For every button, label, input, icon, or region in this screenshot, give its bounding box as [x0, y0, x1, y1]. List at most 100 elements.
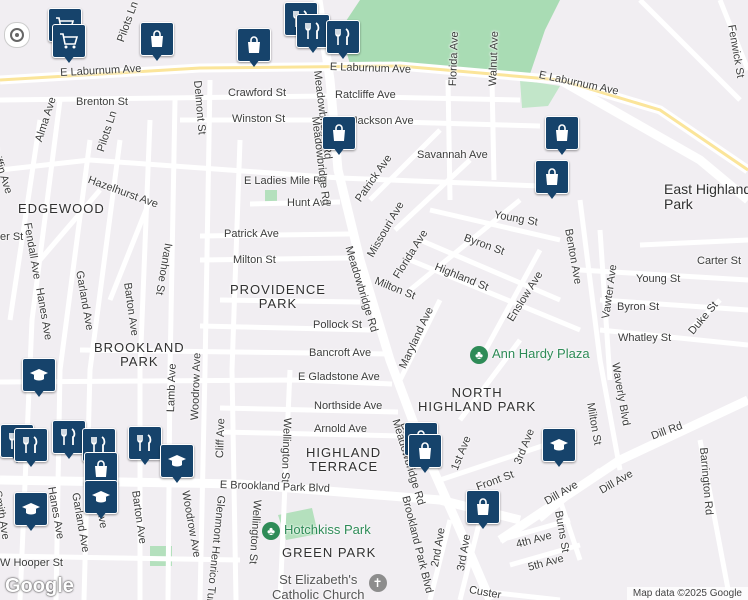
poi-label: Hotchkiss Park	[284, 522, 371, 537]
restaurant-icon	[326, 20, 360, 54]
neighborhood-label: EDGEWOOD	[18, 201, 105, 216]
restaurant-icon	[14, 428, 48, 462]
marker-tail	[419, 465, 431, 473]
location-icon	[10, 28, 24, 42]
restaurant-marker[interactable]	[296, 14, 330, 54]
google-logo: Google	[5, 575, 74, 597]
school-marker[interactable]	[160, 444, 194, 484]
street-label: Arnold Ave	[314, 423, 368, 435]
neighborhood-label: East Highland Park	[664, 181, 748, 213]
street-label: Crawford St	[228, 87, 287, 99]
street-label: Wellington St	[278, 417, 293, 483]
street-label: Lamb Ave	[165, 363, 179, 413]
street-label: Jackson Ave	[352, 115, 414, 127]
green-area	[265, 190, 277, 202]
neighborhood-label: NORTH HIGHLAND PARK	[418, 385, 537, 415]
restaurant-marker[interactable]	[326, 20, 360, 60]
street-label: Carter St	[697, 255, 742, 267]
street-label: Woodrow Ave	[189, 352, 204, 421]
street-label: E Gladstone Ave	[298, 371, 380, 383]
marker-tail	[333, 147, 345, 155]
restaurant-icon	[296, 14, 330, 48]
marker-tail	[477, 521, 489, 529]
street-label: Ratcliffe Ave	[335, 89, 396, 101]
school-icon	[84, 480, 118, 514]
shopping-icon	[545, 116, 579, 150]
marker-tail	[95, 511, 107, 519]
school-marker[interactable]	[84, 480, 118, 520]
street-label: Pollock St	[313, 319, 362, 331]
neighborhood-label: PROVIDENCE PARK	[230, 282, 326, 312]
street-label: W Hooper St	[0, 557, 63, 569]
church-icon: ✝	[368, 574, 387, 592]
restaurant-marker[interactable]	[52, 420, 86, 460]
marker-tail	[171, 475, 183, 483]
park-icon: ♣	[262, 522, 280, 540]
shopping-icon	[140, 22, 174, 56]
map-attribution[interactable]: Map data ©2025 Google	[626, 587, 748, 600]
shopping-marker[interactable]	[237, 28, 271, 68]
park-icon: ♣	[470, 346, 488, 364]
grocery-icon	[52, 24, 86, 58]
restaurant-icon	[128, 426, 162, 460]
marker-tail	[151, 53, 163, 61]
marker-tail	[553, 459, 565, 467]
street-label: Patrick Ave	[224, 228, 279, 240]
shopping-icon	[466, 490, 500, 524]
street-label: Walnut Ave	[487, 30, 501, 87]
street-label: Cliff Ave	[214, 418, 228, 459]
map-canvas[interactable]: E Laburnum Ave E Laburnum Ave E Laburnum A…	[0, 0, 748, 600]
school-marker[interactable]	[542, 428, 576, 468]
street-label: Florida Ave	[447, 31, 461, 87]
restaurant-marker[interactable]	[14, 428, 48, 468]
street-label: Bancroft Ave	[309, 347, 372, 359]
marker-tail	[25, 459, 37, 467]
my-location-button[interactable]	[4, 22, 30, 48]
school-icon	[160, 444, 194, 478]
school-marker[interactable]	[22, 358, 56, 398]
marker-tail	[25, 523, 37, 531]
marker-tail	[546, 191, 558, 199]
marker-tail	[337, 51, 349, 59]
street-label: Young St	[636, 273, 681, 285]
shopping-marker[interactable]	[466, 490, 500, 530]
grocery-marker[interactable]	[52, 24, 86, 64]
street-label: Byron St	[617, 301, 660, 313]
shopping-icon	[237, 28, 271, 62]
neighborhood-label: BROOKLAND PARK	[94, 340, 185, 370]
poi-park[interactable]: ♣ Hotchkiss Park	[262, 522, 371, 540]
poi-church[interactable]: ✝ St Elizabeth's Catholic Church	[272, 572, 391, 600]
marker-tail	[139, 457, 151, 465]
poi-label: Ann Hardy Plaza	[492, 346, 590, 361]
school-icon	[542, 428, 576, 462]
shopping-marker[interactable]	[140, 22, 174, 62]
shopping-marker[interactable]	[322, 116, 356, 156]
street-label: Brenton St	[76, 96, 128, 108]
marker-tail	[33, 389, 45, 397]
street-label: er St	[0, 231, 24, 243]
restaurant-icon	[52, 420, 86, 454]
street-label: Milton St	[233, 254, 276, 266]
street-label: Whatley St	[618, 332, 672, 344]
street-label: Savannah Ave	[417, 149, 488, 161]
restaurant-marker[interactable]	[128, 426, 162, 466]
school-icon	[14, 492, 48, 526]
street-label: Winston St	[232, 113, 286, 125]
marker-tail	[307, 45, 319, 53]
poi-label: St Elizabeth's Catholic Church	[272, 572, 365, 600]
school-marker[interactable]	[14, 492, 48, 532]
shopping-icon	[535, 160, 569, 194]
shopping-marker[interactable]	[535, 160, 569, 200]
neighborhood-label: HIGHLAND TERRACE	[306, 445, 382, 475]
shopping-icon	[322, 116, 356, 150]
shopping-icon	[408, 434, 442, 468]
street-label: Northside Ave	[314, 400, 383, 412]
shopping-marker[interactable]	[408, 434, 442, 474]
shopping-marker[interactable]	[545, 116, 579, 156]
marker-tail	[63, 451, 75, 459]
school-icon	[22, 358, 56, 392]
poi-park[interactable]: ♣ Ann Hardy Plaza	[470, 346, 590, 364]
marker-tail	[63, 55, 75, 63]
neighborhood-label: GREEN PARK	[282, 545, 377, 560]
marker-tail	[248, 59, 260, 67]
